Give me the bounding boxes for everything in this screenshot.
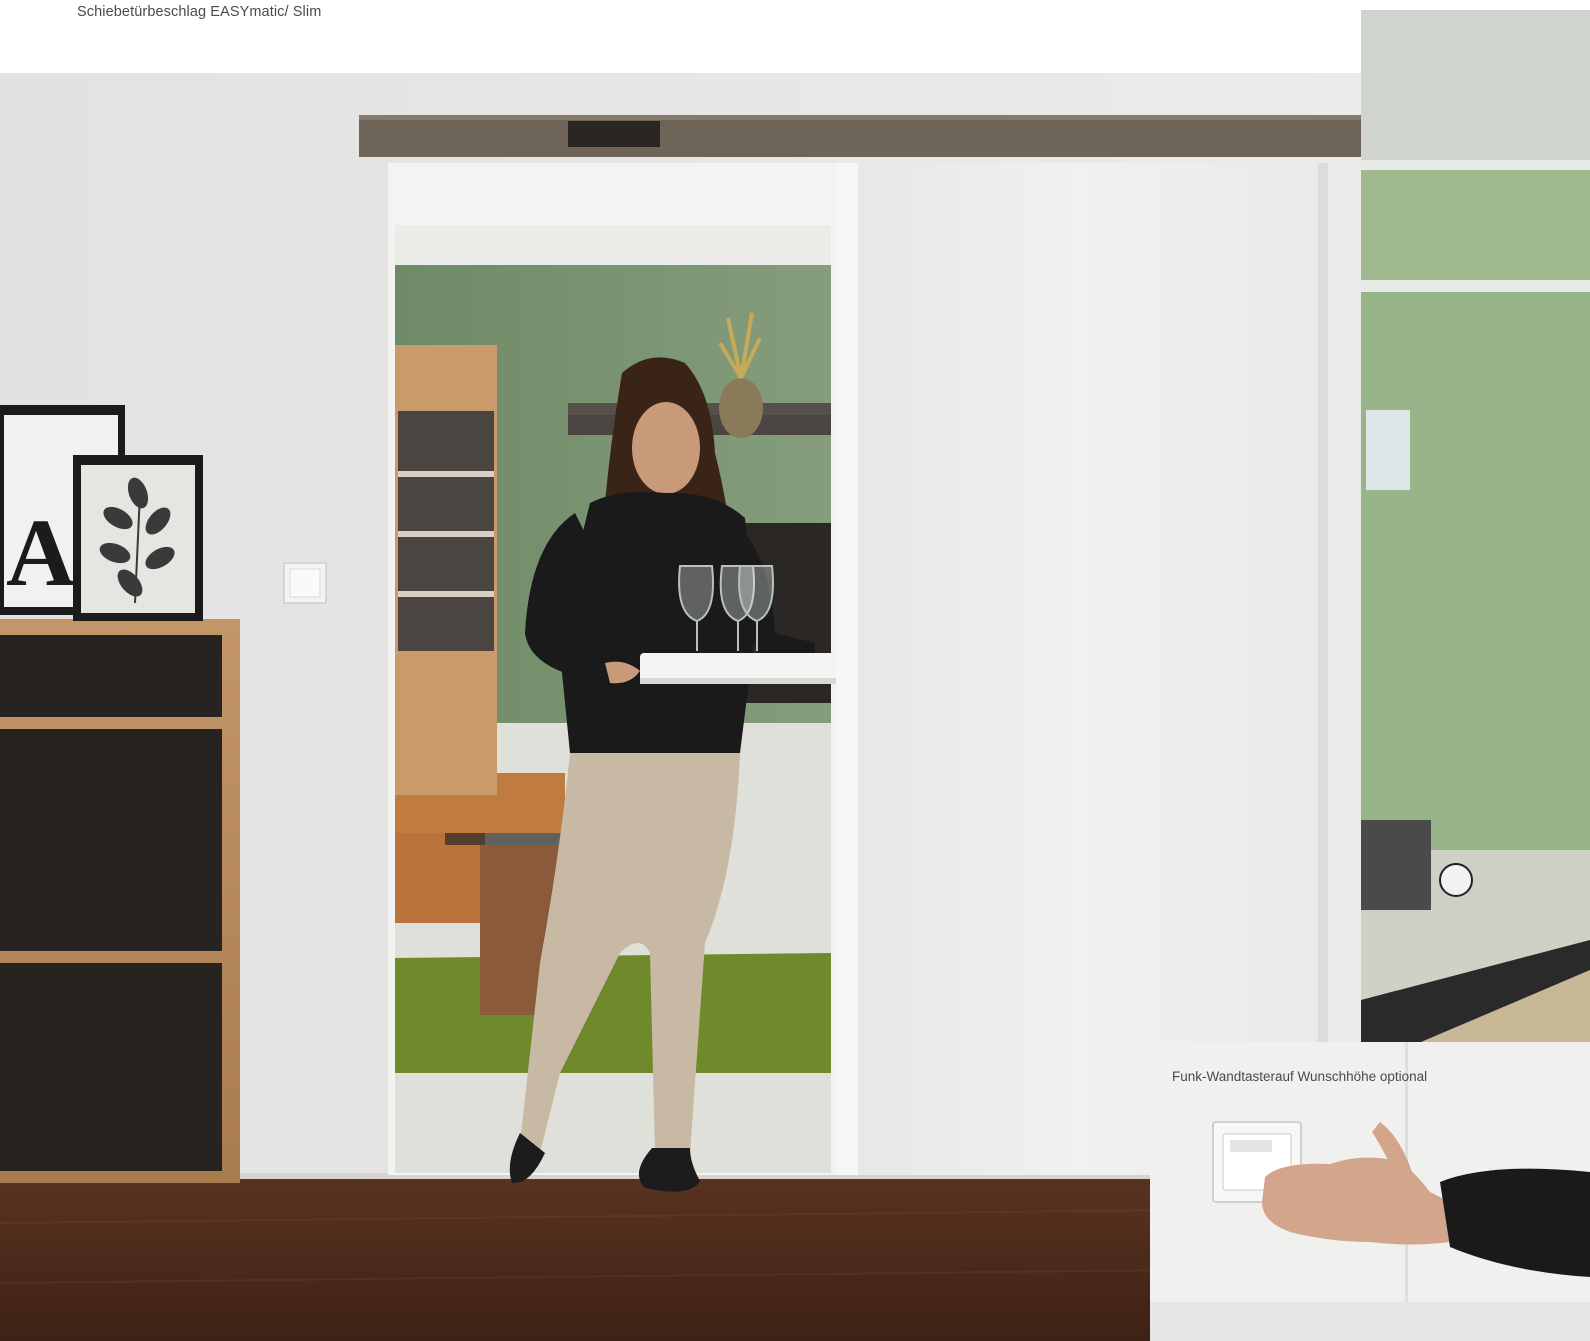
poster-letter: A	[6, 499, 76, 606]
wall-switch-photo	[1150, 1042, 1590, 1341]
side-photo	[1361, 10, 1590, 1042]
header-title: Schiebetürbeschlag EASYmatic/ Slim	[77, 4, 322, 20]
side-room-illustration	[1361, 10, 1590, 1042]
inset-caption: Funk-Wandtasterauf Wunschhöhe optional	[1172, 1069, 1428, 1084]
detail-inset: Funk-Wandtasterauf Wunschhöhe optional	[1150, 1042, 1590, 1341]
